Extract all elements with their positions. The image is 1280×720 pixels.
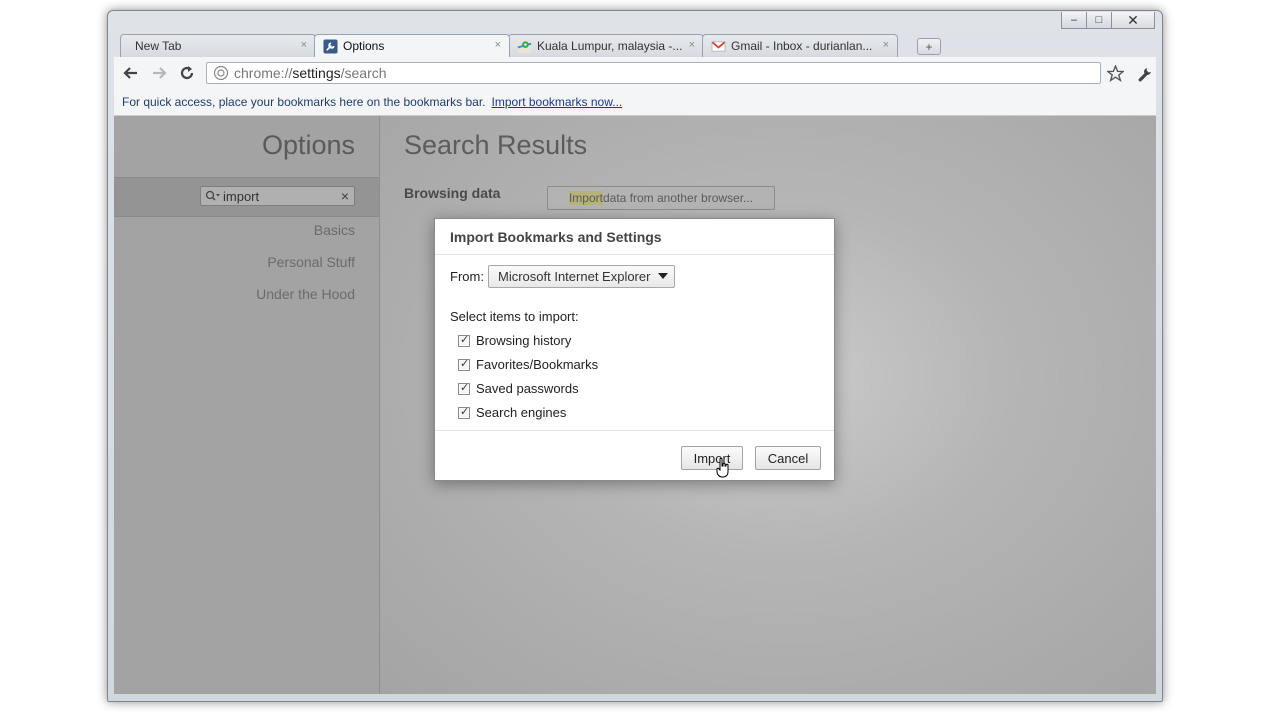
bookmarks-bar: For quick access, place your bookmarks h…: [114, 89, 1156, 116]
forward-arrow-icon: [153, 67, 167, 79]
back-button[interactable]: [121, 63, 141, 83]
bookmark-star-button[interactable]: [1105, 63, 1125, 83]
dialog-title: Import Bookmarks and Settings: [450, 229, 662, 245]
cancel-button[interactable]: Cancel: [755, 446, 821, 470]
tab-new-tab[interactable]: New Tab ×: [120, 34, 316, 57]
search-value: import: [223, 188, 260, 204]
sidebar-item-under-the-hood[interactable]: Under the Hood: [256, 286, 355, 302]
new-tab-button[interactable]: +: [917, 38, 941, 55]
wrench-menu-button[interactable]: [1135, 63, 1155, 83]
checkbox-favorites-bookmarks[interactable]: Favorites/Bookmarks: [458, 357, 598, 372]
sidebar-search-bar: import ×: [114, 177, 379, 217]
gmail-icon: [711, 40, 726, 52]
sidebar-item-basics[interactable]: Basics: [314, 222, 355, 238]
checkbox-checked-icon[interactable]: [458, 333, 470, 347]
import-data-button[interactable]: Import data from another browser...: [547, 186, 775, 210]
toolbar: chrome://settings/search: [114, 57, 1156, 89]
checkbox-saved-passwords[interactable]: Saved passwords: [458, 381, 579, 396]
tab-gmail[interactable]: Gmail - Inbox - durianlan... ×: [702, 34, 898, 57]
dropdown-caret-icon: [658, 273, 668, 279]
checkbox-label: Saved passwords: [476, 381, 579, 396]
from-label: From:: [450, 269, 484, 284]
url-path: /search: [340, 65, 387, 81]
window-controls: – □ ✕: [1061, 12, 1155, 29]
import-dialog: Import Bookmarks and Settings From: Micr…: [434, 218, 835, 481]
options-sidebar: Options import × Basics Personal Stuff U…: [114, 116, 380, 694]
browser-select-value: Microsoft Internet Explorer: [498, 269, 651, 284]
checkbox-browsing-history[interactable]: Browsing history: [458, 333, 571, 348]
tab-label: Options: [343, 39, 385, 53]
star-icon: [1106, 64, 1124, 82]
tab-options[interactable]: Options ×: [314, 34, 510, 57]
url-scheme: chrome://: [234, 65, 293, 81]
page-icon: [213, 65, 229, 81]
url-host: settings: [292, 65, 341, 81]
tab-close-icon[interactable]: ×: [301, 39, 307, 51]
minimize-button[interactable]: –: [1061, 12, 1087, 29]
tab-close-icon[interactable]: ×: [495, 39, 501, 51]
forward-button[interactable]: [149, 63, 169, 83]
divider: [435, 254, 834, 255]
clear-search-icon[interactable]: ×: [341, 188, 349, 204]
maximize-button[interactable]: □: [1086, 12, 1112, 29]
select-items-label: Select items to import:: [450, 309, 579, 324]
browser-select[interactable]: Microsoft Internet Explorer: [488, 265, 675, 288]
checkbox-label: Favorites/Bookmarks: [476, 357, 599, 372]
google-maps-icon: [517, 39, 532, 53]
import-button[interactable]: Import: [681, 446, 743, 470]
import-data-label: data from another browser...: [602, 191, 754, 205]
checkbox-label: Browsing history: [476, 333, 572, 348]
checkbox-label: Search engines: [476, 405, 567, 420]
import-bookmarks-link[interactable]: Import bookmarks now...: [492, 95, 623, 109]
tab-close-icon[interactable]: ×: [689, 39, 695, 51]
checkbox-checked-icon[interactable]: [458, 381, 470, 395]
settings-search-input[interactable]: import ×: [200, 186, 355, 206]
tab-maps[interactable]: Kuala Lumpur, malaysia -... ×: [508, 34, 704, 57]
tab-close-icon[interactable]: ×: [883, 39, 889, 51]
omnibox[interactable]: chrome://settings/search: [206, 62, 1101, 84]
sidebar-item-personal-stuff[interactable]: Personal Stuff: [267, 254, 355, 270]
wrench-icon: [1138, 67, 1151, 81]
tab-label: Kuala Lumpur, malaysia -...: [537, 39, 683, 53]
search-highlight: Import: [568, 191, 603, 205]
section-label-browsing-data: Browsing data: [404, 185, 501, 201]
page-title: Search Results: [404, 130, 588, 160]
bookmarks-bar-message: For quick access, place your bookmarks h…: [122, 95, 486, 109]
back-arrow-icon: [123, 67, 137, 79]
tab-label: New Tab: [135, 39, 182, 53]
tab-label: Gmail - Inbox - durianlan...: [731, 39, 873, 53]
reload-icon: [180, 66, 194, 80]
search-icon: [203, 190, 223, 202]
divider: [435, 430, 834, 431]
checkbox-checked-icon[interactable]: [458, 405, 470, 419]
tab-strip: New Tab × Options × Kuala Lumpur, malays…: [120, 34, 1150, 57]
checkbox-search-engines[interactable]: Search engines: [458, 405, 566, 420]
checkbox-checked-icon[interactable]: [458, 357, 470, 371]
reload-button[interactable]: [177, 63, 197, 83]
close-window-button[interactable]: ✕: [1111, 12, 1155, 29]
sidebar-title: Options: [261, 130, 355, 160]
wrench-icon: [323, 38, 338, 54]
hand-cursor-icon: [716, 458, 729, 478]
